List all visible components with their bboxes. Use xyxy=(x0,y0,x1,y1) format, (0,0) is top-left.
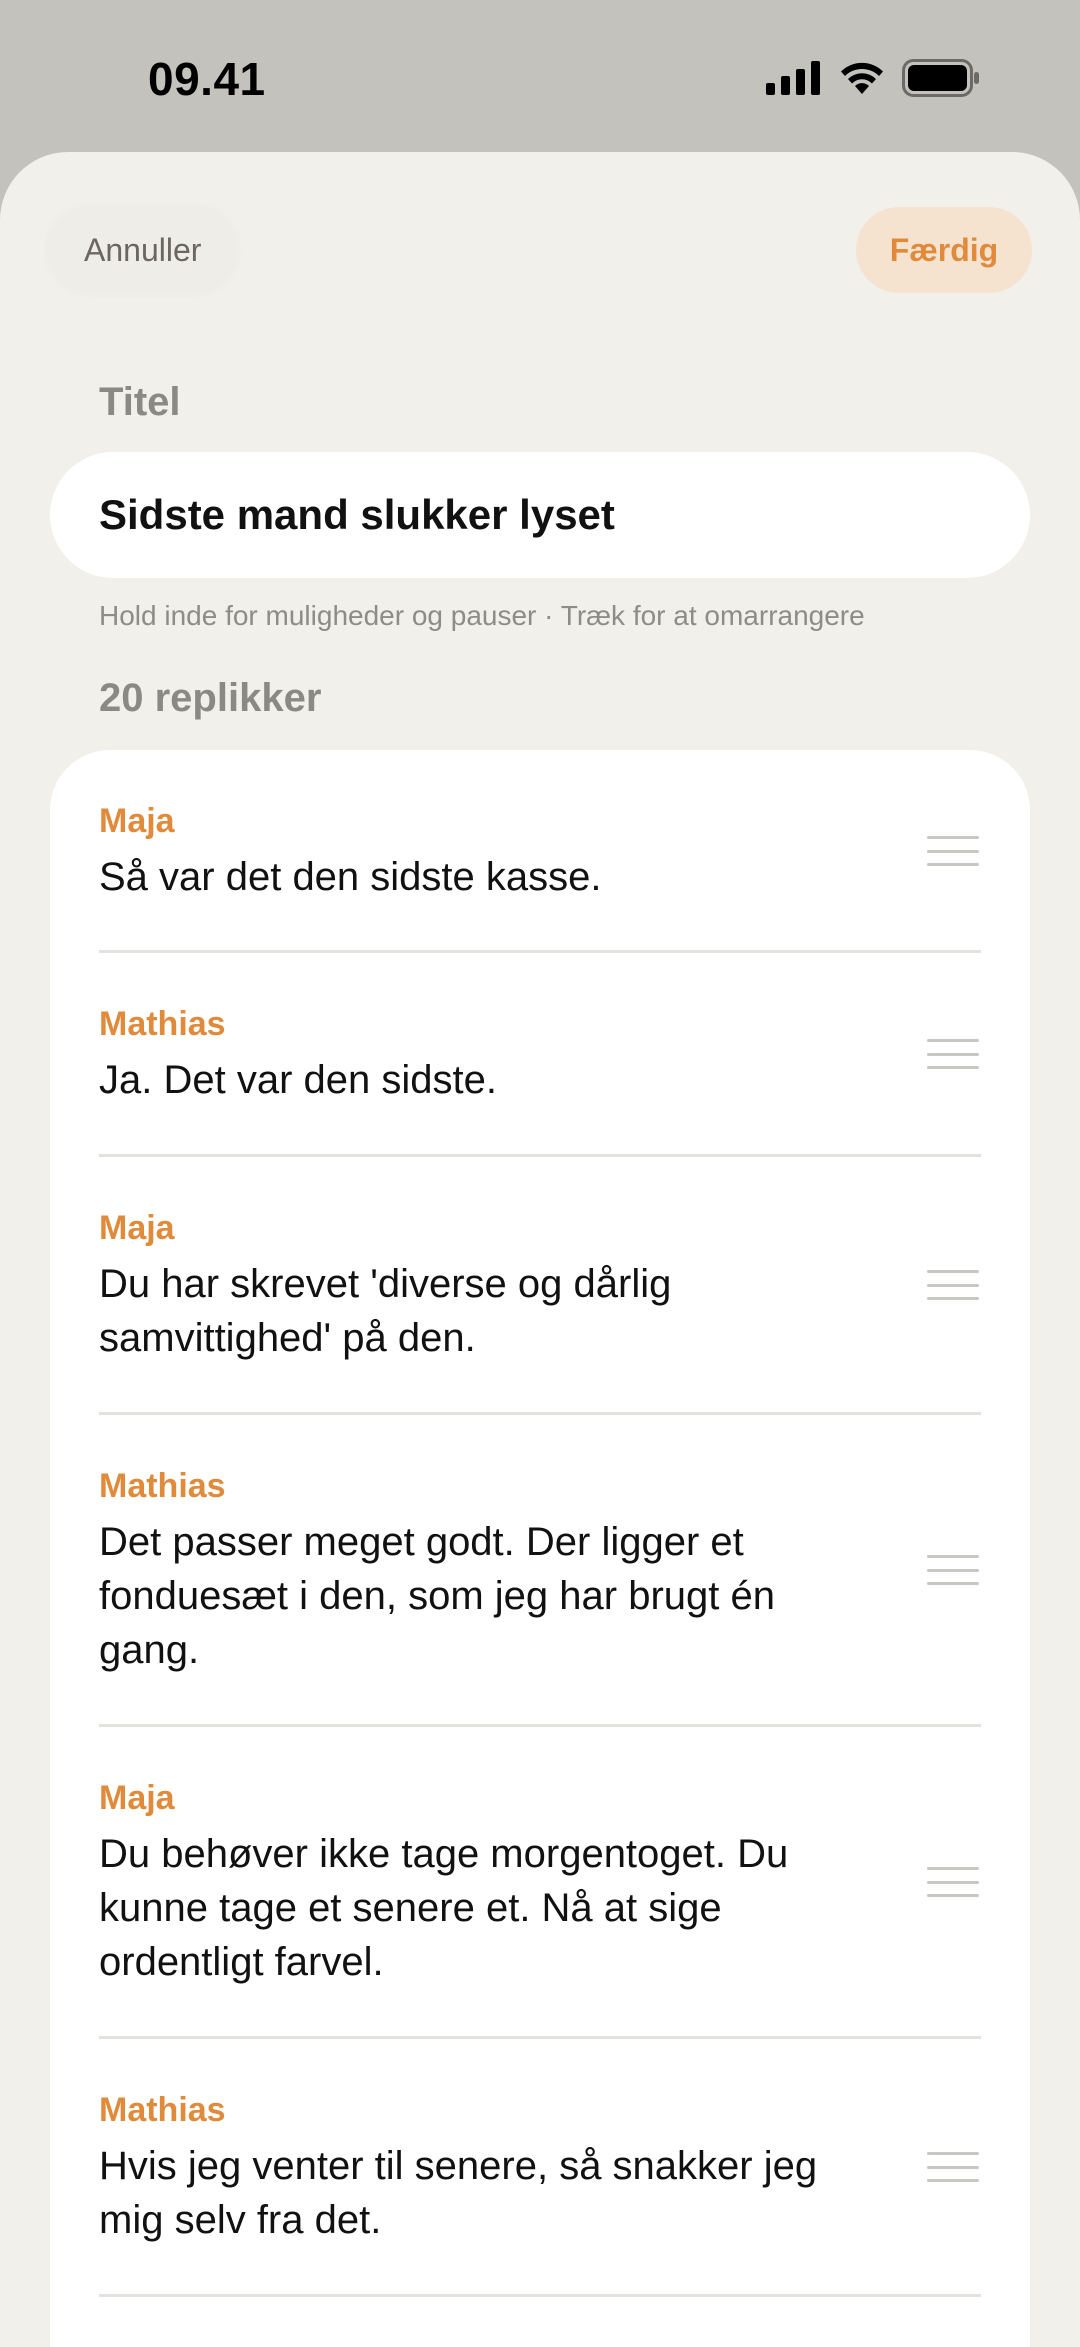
drag-handle-icon[interactable] xyxy=(927,1039,979,1069)
line-text: Du har skrevet 'diverse og dårlig samvit… xyxy=(99,1262,672,1360)
status-time: 09.41 xyxy=(148,53,266,105)
drag-handle-icon[interactable] xyxy=(927,1867,979,1897)
drag-handle-icon[interactable] xyxy=(927,1270,979,1300)
edit-script-sheet: Annuller Færdig Titel Sidste mand slukke… xyxy=(0,152,1080,2347)
list-item[interactable]: Maja Så var det den sidste kasse. xyxy=(99,750,981,953)
status-icons xyxy=(766,58,980,98)
list-item[interactable]: Maja Du har skrevet 'diverse og dårlig s… xyxy=(99,1157,981,1415)
drag-handle-icon[interactable] xyxy=(927,2152,979,2182)
speaker-name: Maja xyxy=(99,1779,175,1817)
list-item[interactable]: Mathias Ja. Det var den sidste. xyxy=(99,953,981,1157)
drag-handle-icon[interactable] xyxy=(927,836,979,866)
title-section-label: Titel xyxy=(99,380,181,424)
line-text: Ja. Det var den sidste. xyxy=(99,1058,497,1102)
drag-handle-icon[interactable] xyxy=(927,1555,979,1585)
cancel-button[interactable]: Annuller xyxy=(48,207,238,293)
speaker-name: Maja xyxy=(99,802,175,840)
line-text: Det passer meget godt. Der ligger et fon… xyxy=(99,1520,775,1672)
wifi-icon xyxy=(841,62,883,94)
cellular-signal-icon xyxy=(766,61,820,95)
line-text: Hvis jeg venter til senere, så snakker j… xyxy=(99,2144,818,2242)
status-bar: 09.41 xyxy=(0,0,1080,152)
list-item[interactable]: Mathias Hvis jeg venter til senere, så s… xyxy=(99,2039,981,2297)
list-item[interactable]: Maja Du behøver ikke tage morgentoget. D… xyxy=(99,1727,981,2039)
line-text: Så var det den sidste kasse. xyxy=(99,855,602,899)
title-input[interactable]: Sidste mand slukker lyset xyxy=(50,452,1030,578)
speaker-name: Mathias xyxy=(99,2091,226,2129)
list-item[interactable]: Mathias Det passer meget godt. Der ligge… xyxy=(99,1415,981,1727)
speaker-name: Mathias xyxy=(99,1005,226,1043)
speaker-name: Mathias xyxy=(99,1467,226,1505)
lines-count-label: 20 replikker xyxy=(99,676,322,720)
speaker-name: Maja xyxy=(99,1209,175,1247)
reorder-hint: Hold inde for muligheder og pauser · Træ… xyxy=(99,600,865,631)
lines-list: Maja Så var det den sidste kasse. Mathia… xyxy=(50,750,1030,2347)
battery-icon xyxy=(902,59,979,97)
line-text: Du behøver ikke tage morgentoget. Du kun… xyxy=(99,1832,789,1984)
done-button[interactable]: Færdig xyxy=(856,207,1032,293)
